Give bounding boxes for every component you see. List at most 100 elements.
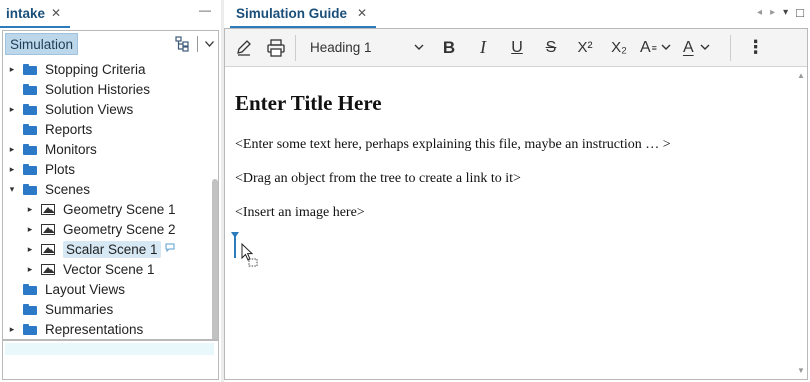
collapsed-arrow-icon[interactable]: ▸	[7, 144, 17, 154]
window-controls: ◂ ▸ ▾ □	[757, 5, 804, 20]
editor-scrollbar[interactable]: ▲ ▼	[796, 69, 806, 377]
chevron-down-icon	[661, 42, 671, 53]
tree-item[interactable]: ▸ Scalar Scene 1	[25, 239, 175, 259]
chevron-down-icon	[700, 42, 710, 53]
chevron-down-icon[interactable]: ▾	[783, 7, 788, 18]
tree-scrollbar[interactable]	[212, 59, 218, 339]
collapsed-arrow-icon[interactable]: ▸	[25, 204, 35, 214]
close-icon[interactable]: ✕	[357, 6, 367, 20]
tree-item[interactable]: ▾ Scenes	[7, 179, 90, 199]
tree-item[interactable]: ▸ Geometry Scene 1	[25, 199, 176, 219]
properties-panel	[2, 340, 219, 380]
right-tab-bar: Simulation Guide ✕ ◂ ▸ ▾ □	[224, 0, 810, 28]
simulation-tree: Simulation ▸ Stopping Criteria Solution Hi…	[2, 30, 219, 340]
document-body[interactable]: Enter Title Here <Enter some text here, …	[235, 91, 775, 220]
tree-item-label: Monitors	[45, 141, 97, 157]
close-icon[interactable]: ✕	[51, 6, 61, 20]
scroll-thumb[interactable]	[212, 179, 218, 339]
collapsed-arrow-icon[interactable]: ▸	[25, 244, 35, 254]
strikethrough-button[interactable]: S	[538, 34, 564, 62]
folder-icon	[23, 323, 37, 335]
document-paragraph[interactable]: <Drag an object from the tree to create …	[235, 171, 521, 187]
tree-item-label: Geometry Scene 2	[63, 221, 176, 237]
tree-item[interactable]: Summaries	[7, 299, 113, 319]
tree-item[interactable]: ▸ Geometry Scene 2	[25, 219, 176, 239]
tree-item-label: Layout Views	[45, 281, 126, 297]
editor-toolbar: Heading 1 B I U S X² X₂ A ≡ A ⋮	[225, 29, 807, 67]
bold-button[interactable]: B	[436, 34, 462, 62]
tree-item[interactable]: ▸ Solution Views	[7, 99, 134, 119]
drop-insertion-cursor	[234, 234, 236, 258]
tree-item-label: Solution Histories	[45, 81, 151, 97]
tree-item[interactable]: Layout Views	[7, 279, 125, 299]
tree-item[interactable]: ▸ Monitors	[7, 139, 97, 159]
tree-item[interactable]: ▸ Representations	[7, 319, 144, 339]
tree-item[interactable]: Solution Histories	[7, 79, 150, 99]
tree-item-label: Plots	[45, 161, 76, 177]
document-paragraph[interactable]: <Enter some text here, perhaps explainin…	[235, 137, 671, 153]
scene-icon	[41, 203, 55, 215]
collapsed-arrow-icon[interactable]: ▸	[7, 64, 17, 74]
tree-item-label: Scalar Scene 1	[63, 240, 161, 258]
collapsed-arrow-icon[interactable]: ▸	[25, 264, 35, 274]
rich-text-editor: Heading 1 B I U S X² X₂ A ≡ A ⋮ Enter Ti…	[224, 28, 808, 380]
font-size-button[interactable]: A ≡	[640, 34, 671, 62]
collapsed-arrow-icon[interactable]: ▸	[7, 164, 17, 174]
tree-root-simulation[interactable]: Simulation	[5, 33, 79, 55]
comment-icon[interactable]	[165, 243, 175, 255]
folder-icon	[23, 63, 37, 75]
font-color-button[interactable]: A	[683, 34, 710, 62]
tree-item[interactable]: Reports	[7, 119, 92, 139]
collapsed-arrow-icon[interactable]: ▸	[7, 104, 17, 114]
edit-pencil-icon[interactable]	[231, 34, 257, 62]
tree-item-label: Representations	[45, 321, 144, 337]
folder-icon	[23, 183, 37, 195]
tab-simulation-guide-label: Simulation Guide	[236, 5, 348, 21]
simulation-guide-panel: Simulation Guide ✕ ◂ ▸ ▾ □ Heading 1 B I…	[224, 0, 810, 382]
scene-icon	[41, 223, 55, 235]
print-icon[interactable]	[263, 34, 289, 62]
tree-item-label: Reports	[45, 121, 93, 137]
tree-item[interactable]: ▸ Stopping Criteria	[7, 59, 146, 79]
chevron-down-icon[interactable]	[204, 35, 214, 53]
leaf-spacer	[7, 304, 17, 314]
tree-item-label: Stopping Criteria	[45, 61, 146, 77]
subscript-button[interactable]: X₂	[606, 34, 632, 62]
simulation-tree-panel: intake ✕ — Simulation ▸ Stopping Criteri…	[0, 0, 221, 382]
drag-cursor-icon	[241, 242, 261, 272]
document-title[interactable]: Enter Title Here	[235, 91, 775, 116]
tree-item-label: Summaries	[45, 301, 114, 317]
tree-item-label: Vector Scene 1	[63, 261, 155, 277]
collapsed-arrow-icon[interactable]: ▸	[7, 324, 17, 334]
chevron-left-icon[interactable]: ◂	[757, 7, 762, 18]
tab-intake[interactable]: intake ✕	[0, 0, 67, 26]
folder-icon	[23, 103, 37, 115]
leaf-spacer	[7, 84, 17, 94]
scroll-down-icon[interactable]: ▼	[797, 366, 805, 375]
tree-item[interactable]: ▸ Plots	[7, 159, 75, 179]
toolbar-separator	[197, 36, 198, 52]
paragraph-style-select[interactable]: Heading 1	[302, 34, 430, 62]
tree-root-label: Simulation	[10, 36, 74, 52]
document-paragraph[interactable]: <Insert an image here>	[235, 205, 365, 221]
maximize-icon[interactable]: □	[796, 5, 804, 20]
scene-icon	[41, 243, 55, 255]
more-options-icon[interactable]: ⋮	[743, 34, 769, 62]
tab-simulation-guide[interactable]: Simulation Guide ✕	[230, 0, 373, 26]
tree-item[interactable]: ▸ Vector Scene 1	[25, 259, 155, 279]
tree-item-label: Solution Views	[45, 101, 134, 117]
scroll-up-icon[interactable]: ▲	[797, 71, 805, 80]
expanded-arrow-icon[interactable]: ▾	[7, 184, 17, 194]
superscript-button[interactable]: X²	[572, 34, 598, 62]
properties-field[interactable]	[5, 343, 214, 355]
tree-hierarchy-icon[interactable]	[173, 35, 191, 53]
leaf-spacer	[7, 284, 17, 294]
minimize-icon[interactable]: —	[199, 4, 211, 16]
leaf-spacer	[7, 124, 17, 134]
underline-button[interactable]: U	[504, 34, 530, 62]
italic-button[interactable]: I	[470, 34, 496, 62]
chevron-right-icon[interactable]: ▸	[770, 7, 775, 18]
tree-item-label: Geometry Scene 1	[63, 201, 176, 217]
font-color-glyph: A	[682, 38, 694, 56]
collapsed-arrow-icon[interactable]: ▸	[25, 224, 35, 234]
